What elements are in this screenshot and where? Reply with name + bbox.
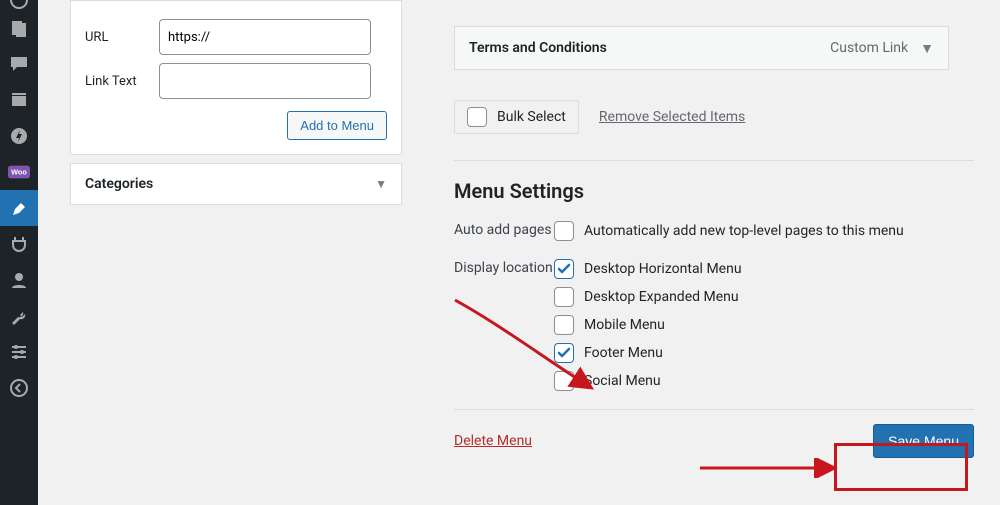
sidebar-item-pages[interactable] [0, 82, 38, 118]
display-location-option[interactable]: Desktop Horizontal Menu [554, 259, 994, 279]
display-location-option[interactable]: Desktop Expanded Menu [554, 287, 994, 307]
auto-add-pages-row: Auto add pages Automatically add new top… [454, 221, 994, 241]
sidebar-item-woocommerce[interactable]: Woo [0, 154, 38, 190]
display-location-checkbox[interactable] [554, 315, 574, 335]
display-location-label: Desktop Horizontal Menu [584, 261, 742, 277]
sidebar-item-plugins[interactable] [0, 226, 38, 262]
chevron-down-icon: ▼ [920, 40, 934, 57]
chevron-down-icon: ▼ [375, 177, 387, 191]
bulk-actions-row: Bulk Select Remove Selected Items [454, 100, 994, 134]
link-text-field-row: Link Text [85, 63, 387, 99]
link-text-input[interactable] [159, 63, 371, 99]
add-to-menu-button[interactable]: Add to Menu [287, 111, 387, 140]
menu-item-title: Terms and Conditions [469, 40, 607, 56]
display-location-label: Social Menu [584, 373, 661, 389]
sidebar-item-posts[interactable] [0, 10, 38, 46]
custom-links-card: URL Link Text Add to Menu [70, 0, 402, 155]
users-icon [9, 270, 29, 290]
sidebar-item-collapse[interactable] [0, 370, 38, 406]
annotation-arrow-save [698, 458, 838, 478]
sidebar-item-comments[interactable] [0, 46, 38, 82]
menu-item-type-label: Custom Link [830, 40, 908, 56]
menu-item-type: Custom Link ▼ [830, 40, 934, 57]
display-location-label: Desktop Expanded Menu [584, 289, 739, 305]
menu-structure-panel: Terms and Conditions Custom Link ▼ Bulk … [454, 0, 994, 458]
display-location-option[interactable]: Footer Menu [554, 343, 994, 363]
sidebar-item-appearance[interactable] [0, 190, 38, 226]
url-field-row: URL [85, 19, 387, 55]
appearance-icon [9, 198, 29, 218]
check-icon [557, 262, 571, 276]
tools-icon [9, 306, 29, 326]
svg-text:Woo: Woo [11, 168, 27, 177]
bulk-select-label: Bulk Select [497, 109, 566, 125]
display-location-label: Footer Menu [584, 345, 663, 361]
display-location-checkbox[interactable] [554, 371, 574, 391]
url-label: URL [85, 30, 159, 45]
sidebar-item-amp[interactable] [0, 118, 38, 154]
link-text-label: Link Text [85, 74, 159, 89]
sidebar-item-top-partial[interactable] [0, 0, 38, 10]
display-location-label: Display location [454, 259, 554, 279]
auto-add-label: Auto add pages [454, 221, 554, 241]
posts-icon [9, 18, 29, 38]
sidebar-item-settings[interactable] [0, 334, 38, 370]
auto-add-option-label: Automatically add new top-level pages to… [584, 223, 904, 239]
display-location-checkbox[interactable] [554, 259, 574, 279]
display-location-checkbox[interactable] [554, 343, 574, 363]
amp-icon [9, 126, 29, 146]
remove-selected-link[interactable]: Remove Selected Items [599, 109, 745, 125]
display-location-label: Mobile Menu [584, 317, 665, 333]
delete-menu-link[interactable]: Delete Menu [454, 433, 532, 449]
sidebar-item-tools[interactable] [0, 298, 38, 334]
menu-settings-heading: Menu Settings [454, 179, 994, 203]
main-content: URL Link Text Add to Menu Categories ▼ T… [38, 0, 1000, 505]
check-icon [557, 346, 571, 360]
url-input[interactable] [159, 19, 371, 55]
auto-add-checkbox[interactable] [554, 221, 574, 241]
divider [454, 160, 974, 161]
display-location-option[interactable]: Social Menu [554, 371, 994, 391]
comments-icon [9, 54, 29, 74]
sidebar-item-users[interactable] [0, 262, 38, 298]
display-location-option[interactable]: Mobile Menu [554, 315, 994, 335]
menu-item-terms-and-conditions[interactable]: Terms and Conditions Custom Link ▼ [454, 26, 949, 70]
menu-footer-row: Delete Menu Save Menu [454, 409, 974, 458]
settings-icon [9, 342, 29, 362]
display-location-row: Display location Desktop Horizontal Menu… [454, 259, 994, 391]
display-location-checkbox[interactable] [554, 287, 574, 307]
auto-add-option[interactable]: Automatically add new top-level pages to… [554, 221, 994, 241]
collapse-icon [9, 378, 29, 398]
plugins-icon [9, 234, 29, 254]
categories-accordion[interactable]: Categories ▼ [70, 163, 402, 205]
dashboard-icon [9, 0, 29, 10]
categories-title: Categories [85, 176, 153, 192]
add-menu-items-panel: URL Link Text Add to Menu Categories ▼ [70, 0, 402, 205]
save-menu-button[interactable]: Save Menu [873, 424, 974, 458]
bulk-select-checkbox[interactable] [467, 107, 487, 127]
woocommerce-icon: Woo [8, 165, 30, 179]
admin-sidebar: Woo [0, 0, 38, 505]
bulk-select-toggle[interactable]: Bulk Select [454, 100, 579, 134]
pages-icon [9, 90, 29, 110]
